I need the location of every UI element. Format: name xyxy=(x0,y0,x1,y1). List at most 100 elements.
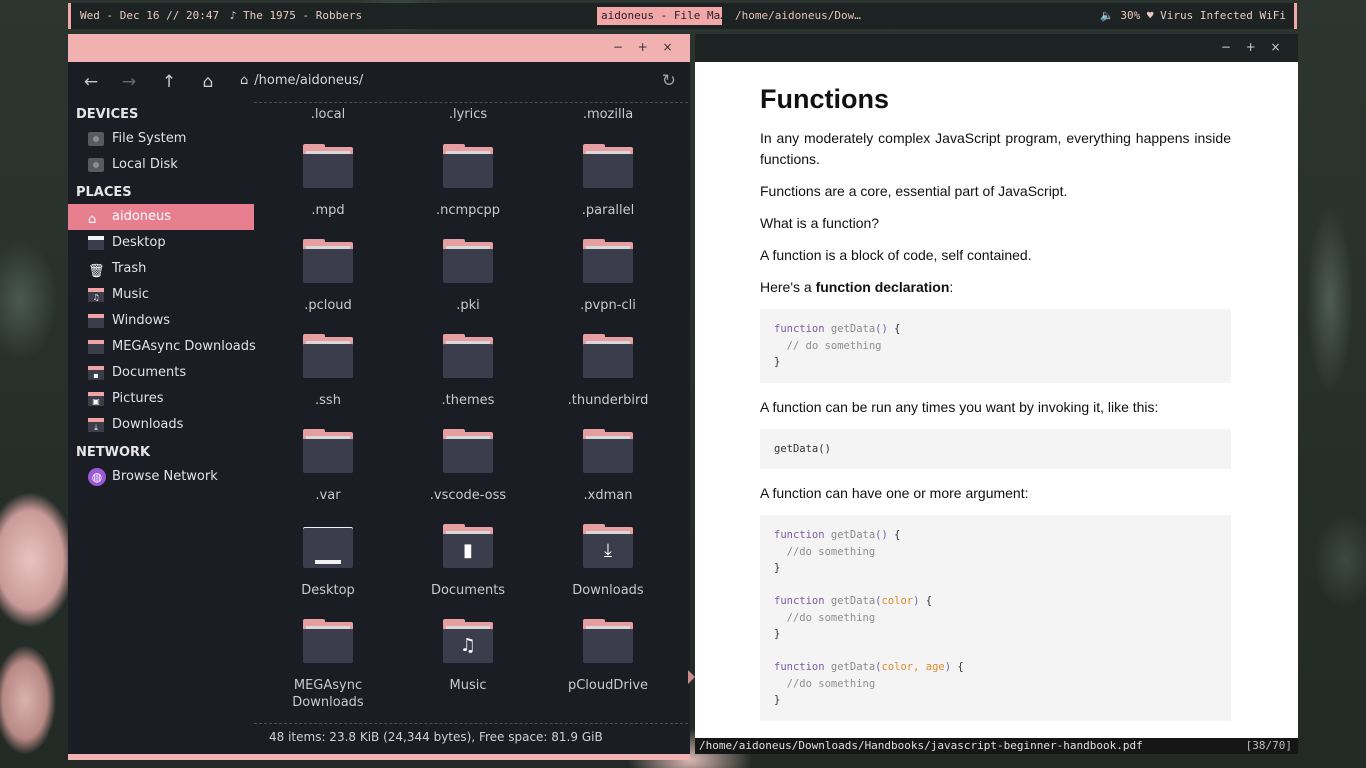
section-heading: Functions xyxy=(760,84,889,114)
system-tray-status[interactable]: 🔈 30% ♥ Virus Infected WiFi xyxy=(1100,9,1286,22)
folder-icon xyxy=(88,314,104,328)
folder-item[interactable]: .xdman xyxy=(543,429,673,504)
file-item-mozilla[interactable]: .mozilla xyxy=(543,106,673,123)
pdf-viewer-titlebar[interactable]: − + × xyxy=(695,34,1298,62)
folder-item[interactable]: .pki xyxy=(403,239,533,314)
trash-icon: 🗑 xyxy=(88,264,105,279)
pictures-folder-icon: ▣ xyxy=(88,392,104,406)
location-home-icon: ⌂ xyxy=(240,73,249,88)
sidebar-heading-places: PLACES xyxy=(76,185,132,200)
folder-item[interactable]: ⤓ Downloads xyxy=(543,524,673,599)
folder-label: .vscode-oss xyxy=(429,488,507,503)
folder-item[interactable]: Desktop xyxy=(263,524,393,599)
folder-item[interactable]: pCloudDrive xyxy=(543,619,673,694)
taskbar-item-pdf-viewer[interactable]: /home/aidoneus/Dow… xyxy=(735,9,861,22)
sidebar-item-music[interactable]: ♫ Music xyxy=(68,282,254,308)
sidebar-item-label: Documents xyxy=(112,365,187,380)
folder-label: Music xyxy=(449,678,487,693)
sidebar-item-local-disk[interactable]: Local Disk xyxy=(68,152,254,178)
sidebar-item-aidoneus[interactable]: ⌂ aidoneus xyxy=(68,204,254,230)
folder-label: .thunderbird xyxy=(567,393,649,408)
sidebar-item-documents[interactable]: ▪ Documents xyxy=(68,360,254,386)
folder-item[interactable]: .ncmpcpp xyxy=(403,144,533,219)
code-block: getData() xyxy=(760,428,1231,469)
folder-label: pCloudDrive xyxy=(567,678,649,693)
folder-icon xyxy=(303,144,353,188)
home-icon[interactable]: ⌂ xyxy=(197,71,219,93)
sidebar-item-desktop[interactable]: Desktop xyxy=(68,230,254,256)
code-block: function getData() { // do something } xyxy=(760,309,1231,383)
now-playing[interactable]: ♪ The 1975 - Robbers xyxy=(230,9,362,22)
documents-folder-icon: ▪ xyxy=(88,366,104,380)
downloads-folder-icon: ⤓ xyxy=(88,418,104,432)
sidebar-item-label: aidoneus xyxy=(112,209,172,224)
sidebar-item-label: Local Disk xyxy=(112,157,178,172)
folder-label: .themes xyxy=(441,393,495,408)
maximize-button[interactable]: + xyxy=(632,40,653,54)
forward-icon[interactable]: → xyxy=(118,71,140,93)
sidebar-item-label: MEGAsync Downloads xyxy=(112,339,256,354)
file-manager-titlebar[interactable]: − + × xyxy=(68,34,690,62)
paragraph: A function can have one or more argument… xyxy=(760,485,1029,501)
folder-item[interactable]: .vscode-oss xyxy=(403,429,533,504)
drive-icon xyxy=(88,132,104,146)
folder-item[interactable]: .thunderbird xyxy=(543,334,673,409)
folder-icon xyxy=(303,334,353,378)
pdf-file-path: /home/aidoneus/Downloads/Handbooks/javas… xyxy=(699,739,1143,752)
home-folder-icon: ⌂ xyxy=(88,212,97,227)
folder-item[interactable]: .ssh xyxy=(263,334,393,409)
minimize-button[interactable]: − xyxy=(1215,40,1236,54)
folder-label: .var xyxy=(315,488,341,503)
maximize-button[interactable]: + xyxy=(1240,40,1261,54)
folder-label: Downloads xyxy=(572,583,644,598)
scroll-arrow-icon[interactable] xyxy=(688,670,695,684)
folder-label: .ncmpcpp xyxy=(435,203,501,218)
folder-item[interactable]: ▮ Documents xyxy=(403,524,533,599)
sidebar-item-trash[interactable]: 🗑 Trash xyxy=(68,256,254,282)
sidebar-item-pictures[interactable]: ▣ Pictures xyxy=(68,386,254,412)
back-icon[interactable]: ← xyxy=(80,71,102,93)
sidebar-item-megasync-downloads[interactable]: MEGAsync Downloads xyxy=(68,334,256,360)
paragraph: Here's a function declaration: xyxy=(760,277,1231,298)
sidebar-item-browse-network[interactable]: ◍ Browse Network xyxy=(68,464,254,490)
sidebar-item-windows[interactable]: Windows xyxy=(68,308,254,334)
taskbar-item-file-manager[interactable]: aidoneus - File Ma… xyxy=(597,7,722,25)
folder-label: MEGAsync Downloads xyxy=(292,678,364,710)
folder-item[interactable]: .pvpn-cli xyxy=(543,239,673,314)
folder-label: .parallel xyxy=(581,203,635,218)
minimize-button[interactable]: − xyxy=(607,40,628,54)
folder-icon: ♫ xyxy=(443,619,493,663)
sidebar-item-label: Pictures xyxy=(112,391,164,406)
file-manager-bottom-border xyxy=(68,754,690,760)
pdf-status-bar: /home/aidoneus/Downloads/Handbooks/javas… xyxy=(695,738,1298,754)
refresh-icon[interactable]: ↻ xyxy=(662,71,676,91)
folder-label: .pcloud xyxy=(304,298,352,313)
folder-item[interactable]: .pcloud xyxy=(263,239,393,314)
folder-icon: ⤓ xyxy=(583,524,633,568)
folder-icon xyxy=(443,429,493,473)
file-item-local[interactable]: .local xyxy=(263,106,393,123)
text: : xyxy=(949,279,954,295)
sidebar-item-label: Browse Network xyxy=(112,469,218,484)
close-button[interactable]: × xyxy=(657,40,678,54)
sidebar-heading-network: NETWORK xyxy=(76,445,151,460)
folder-item[interactable]: .themes xyxy=(403,334,533,409)
file-item-lyrics[interactable]: .lyrics xyxy=(403,106,533,123)
sidebar-item-downloads[interactable]: ⤓ Downloads xyxy=(68,412,254,438)
folder-item[interactable]: MEGAsync Downloads xyxy=(263,619,393,711)
sidebar-item-label: Windows xyxy=(112,313,171,328)
sidebar-heading-devices: DEVICES xyxy=(76,107,139,122)
close-button[interactable]: × xyxy=(1265,40,1286,54)
sidebar-item-file-system[interactable]: File System xyxy=(68,126,254,152)
paragraph: Functions are a core, essential part of … xyxy=(760,183,1068,199)
up-icon[interactable]: ↑ xyxy=(158,71,180,93)
folder-icon: ▮ xyxy=(443,524,493,568)
folder-item[interactable]: .parallel xyxy=(543,144,673,219)
folder-icon xyxy=(583,334,633,378)
folder-item[interactable]: .mpd xyxy=(263,144,393,219)
folder-item[interactable]: ♫ Music xyxy=(403,619,533,694)
location-bar[interactable]: ⌂ /home/aidoneus/ xyxy=(240,73,363,88)
folder-item[interactable]: .var xyxy=(263,429,393,504)
folder-icon xyxy=(88,340,104,354)
desktop-icon xyxy=(88,236,104,250)
